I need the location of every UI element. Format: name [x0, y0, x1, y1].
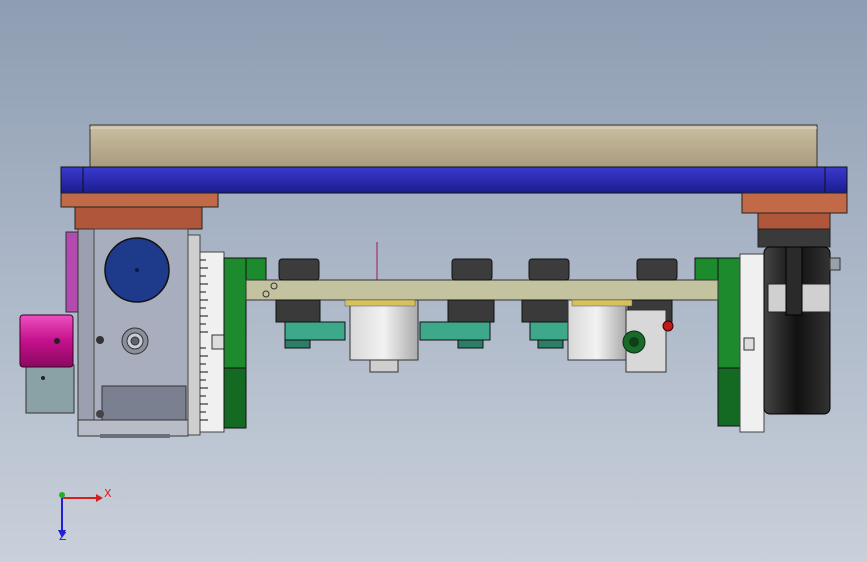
teal-clamp	[284, 321, 346, 349]
left-gearbox[interactable]	[65, 228, 189, 438]
cad-viewport[interactable]: X Z	[0, 0, 867, 562]
cylinders[interactable]	[278, 258, 678, 281]
magenta-motor[interactable]	[19, 314, 75, 414]
right-copper-block[interactable]	[741, 192, 848, 248]
z-axis-label: Z	[59, 530, 67, 543]
teal-clamp	[419, 321, 491, 349]
top-plate[interactable]	[89, 124, 818, 168]
lower-mechanisms[interactable]	[275, 299, 674, 373]
blue-plate[interactable]	[60, 166, 848, 194]
y-axis-arrow	[59, 492, 65, 498]
right-scale-disc[interactable]	[739, 253, 765, 433]
reference-triad: X Z	[58, 487, 112, 543]
left-scale-disc[interactable]	[187, 234, 225, 436]
right-roller[interactable]	[763, 246, 841, 415]
red-fitting	[662, 320, 674, 332]
x-axis-label: X	[104, 487, 112, 500]
left-copper-block[interactable]	[60, 192, 219, 230]
